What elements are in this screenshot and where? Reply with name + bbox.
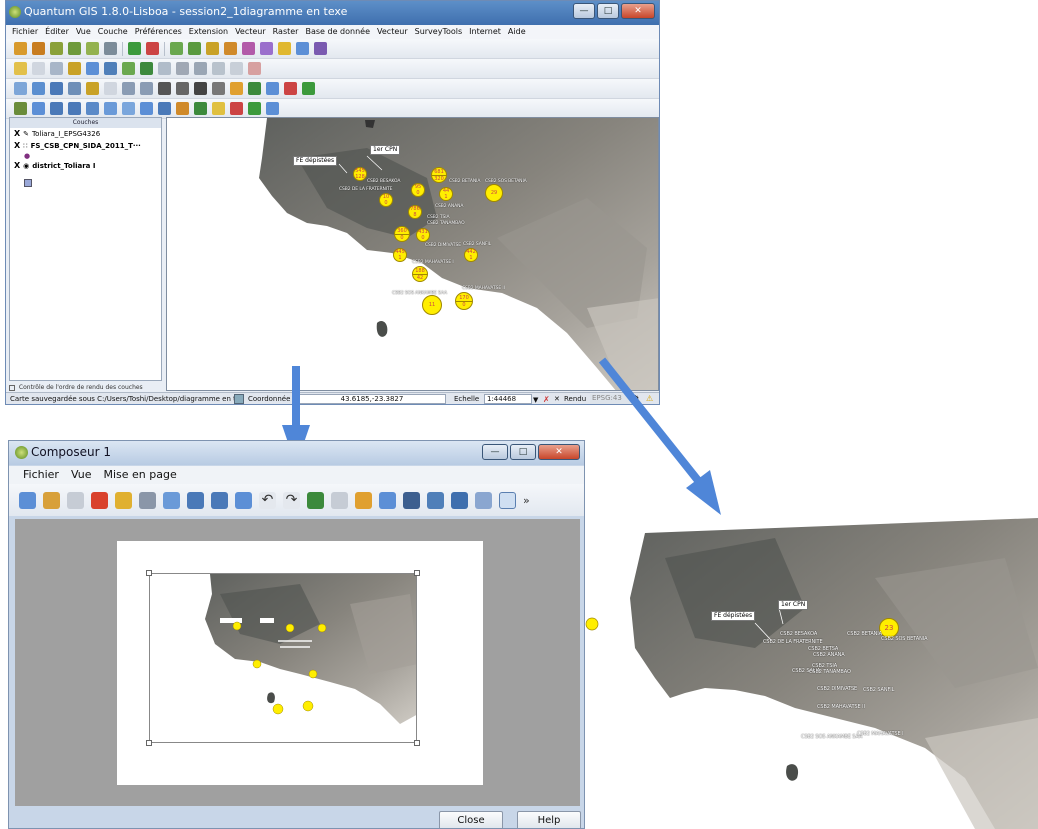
add-scalebar-icon[interactable]: [403, 491, 420, 509]
composer-paper: [117, 541, 483, 785]
maximize-button[interactable]: □: [510, 444, 536, 460]
close-dialog-button[interactable]: Close: [439, 811, 503, 828]
csb-label: CSB2 ANANA: [813, 652, 845, 658]
csb-label: CSB2 DE LA FRATERNITE: [763, 639, 823, 645]
menu-fichier[interactable]: Fichier: [23, 466, 59, 484]
export-svg-icon[interactable]: [115, 491, 132, 509]
zoomed-map-export: 1er CPN FE dépistées 23 CSB2 BESAKOA CSB…: [625, 518, 1038, 829]
select-move-icon[interactable]: [499, 491, 516, 509]
diagram-pie[interactable]: 23: [879, 618, 899, 638]
resize-handle[interactable]: [414, 740, 420, 746]
composer-menubar: Fichier Vue Mise en page: [9, 466, 584, 484]
composer-workspace[interactable]: [15, 519, 580, 806]
undo-icon[interactable]: ↶: [259, 491, 276, 509]
print-icon[interactable]: [139, 491, 156, 509]
zoom-full-icon[interactable]: [163, 491, 180, 509]
fe-label-box: FE dépistées: [711, 611, 756, 621]
resize-handle[interactable]: [146, 740, 152, 746]
csb-label: CSB2 DIMIVATSE: [817, 686, 858, 692]
add-shape-icon[interactable]: [427, 491, 444, 509]
cpn-label-box: 1er CPN: [778, 600, 809, 610]
csb-label: CSB2 MAHAVATSE II: [817, 704, 865, 710]
csb-label: CSB2 SOS ANKAMBE SAA: [801, 734, 863, 740]
composer-window: Composeur 1 — □ ✕ Fichier Vue Mise en pa…: [8, 440, 585, 829]
add-arrow-icon[interactable]: [451, 491, 468, 509]
add-image-icon[interactable]: [331, 491, 348, 509]
refresh-icon[interactable]: [235, 491, 252, 509]
help-button[interactable]: Help: [517, 811, 581, 828]
add-map-icon[interactable]: [307, 491, 324, 509]
close-button[interactable]: ✕: [538, 444, 580, 460]
save-template-icon[interactable]: [43, 491, 60, 509]
zoom-out-icon[interactable]: [211, 491, 228, 509]
composer-map-item[interactable]: [149, 573, 417, 743]
csb-label: CSB2 TANAMBAO: [809, 669, 851, 675]
csb-label: CSB2 BESAKOA: [780, 631, 818, 637]
add-label-icon[interactable]: [355, 491, 372, 509]
export-pdf-icon[interactable]: [91, 491, 108, 509]
menu-vue[interactable]: Vue: [71, 466, 92, 484]
composer-toolbar: ↶ ↷ »: [9, 484, 584, 516]
composer-titlebar: Composeur 1 — □ ✕: [9, 441, 584, 465]
csb-label: CSB2 BETANIA: [847, 631, 882, 637]
csb-label: CSB2 MAHAVATSE I: [857, 731, 904, 737]
resize-handle[interactable]: [146, 570, 152, 576]
redo-icon[interactable]: ↷: [283, 491, 300, 509]
csb-label: CSB2 SOS BETANIA: [881, 636, 928, 642]
open-template-icon[interactable]: [19, 491, 36, 509]
composer-app-icon: [15, 446, 28, 459]
resize-handle[interactable]: [414, 570, 420, 576]
csb-label: CSB2 SANFIL: [863, 687, 895, 693]
zoom-in-icon[interactable]: [187, 491, 204, 509]
composer-map-imagery: [205, 574, 416, 724]
add-legend-icon[interactable]: [379, 491, 396, 509]
menu-mise-en-page[interactable]: Mise en page: [103, 466, 176, 484]
export-image-icon[interactable]: [67, 491, 84, 509]
composer-title: Composeur 1: [31, 445, 111, 459]
chevron-more-icon[interactable]: »: [523, 494, 530, 507]
minimize-button[interactable]: —: [482, 444, 508, 460]
add-table-icon[interactable]: [475, 491, 492, 509]
